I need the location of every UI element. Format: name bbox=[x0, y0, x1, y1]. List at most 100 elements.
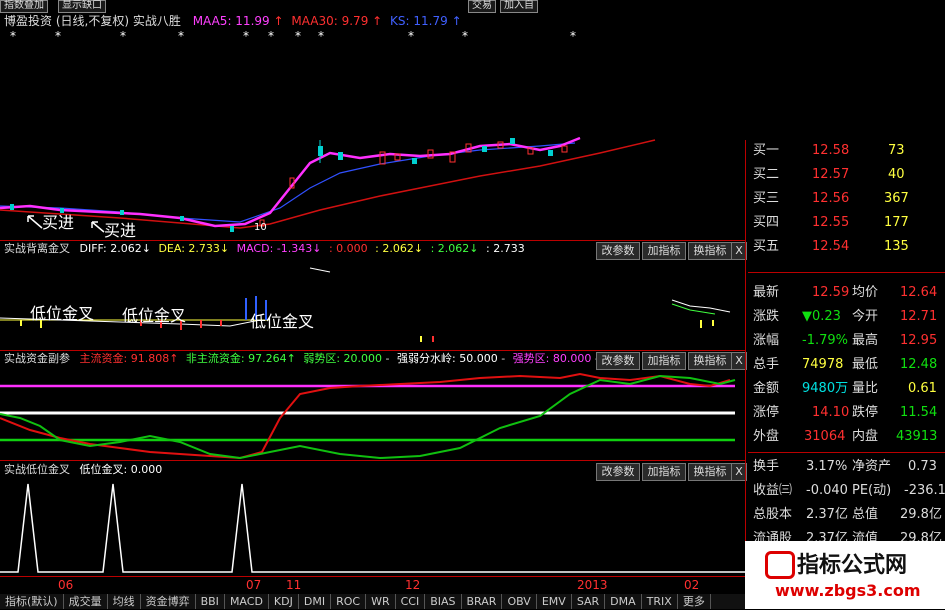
tab-sar[interactable]: SAR bbox=[572, 594, 606, 609]
stat-label: 换手 bbox=[753, 459, 780, 474]
main-funds-value: 主流资金: 91.808 bbox=[79, 352, 170, 365]
tab-cci[interactable]: CCI bbox=[396, 594, 426, 609]
tab-bbi[interactable]: BBI bbox=[196, 594, 225, 609]
tab-trix[interactable]: TRIX bbox=[642, 594, 678, 609]
non-main-funds-value: 非主流资金: 97.264 bbox=[185, 352, 287, 365]
svg-text:*: * bbox=[570, 29, 576, 43]
tab-roc[interactable]: ROC bbox=[331, 594, 367, 609]
tab-brar[interactable]: BRAR bbox=[462, 594, 503, 609]
tab-fund-game[interactable]: 资金博弈 bbox=[141, 594, 196, 609]
stat-row-limit: 涨停 14.10 跌停 11.54 bbox=[748, 402, 945, 424]
bid-volume: 135 bbox=[884, 239, 909, 254]
bid-row-4: 买四 12.55 177 bbox=[748, 212, 945, 234]
panel3-name: 实战低位金叉 bbox=[4, 463, 70, 476]
svg-text:*: * bbox=[243, 29, 249, 43]
x-label-2013: 2013 bbox=[577, 578, 608, 592]
quote-separator-2 bbox=[748, 452, 945, 453]
bid-volume: 177 bbox=[884, 215, 909, 230]
add-to-watchlist-button[interactable]: 加入自 bbox=[500, 0, 538, 13]
svg-text:*: * bbox=[178, 29, 184, 43]
quote-panel-divider bbox=[745, 140, 746, 609]
stock-name: 博盈投资 bbox=[4, 14, 53, 28]
stat-label: 净资产 bbox=[852, 459, 892, 474]
main-price-chart[interactable]: * * * * * * * * * * * bbox=[0, 28, 745, 240]
maa5-arrow: ↑ bbox=[273, 14, 284, 28]
bid-price: 12.57 bbox=[812, 167, 850, 182]
stat-row-total-shares: 总股本 2.37亿 总值 29.8亿 bbox=[748, 504, 945, 526]
main-chart-header: 博盈投资 (日线,不复权) 实战八胜 MAA5: 11.99 ↑ MAA30: … bbox=[4, 14, 462, 28]
tab-wr[interactable]: WR bbox=[366, 594, 396, 609]
stat-value: 12.48 bbox=[900, 357, 938, 372]
tab-volume[interactable]: 成交量 bbox=[64, 594, 108, 609]
stat-value: 74978 bbox=[802, 357, 844, 372]
stat-value: 0.73 bbox=[908, 459, 937, 474]
macd-panel-header: 实战背离金叉 DIFF: 2.062↓ DEA: 2.733↓ MACD: -1… bbox=[4, 242, 525, 255]
trade-button[interactable]: 交易 bbox=[468, 0, 496, 13]
show-gap-button[interactable]: 显示缺口 bbox=[58, 0, 106, 13]
bid-row-1: 买一 12.58 73 bbox=[748, 140, 945, 162]
quote-separator bbox=[748, 272, 945, 273]
stat-label: 总股本 bbox=[753, 507, 793, 522]
bid-label: 买三 bbox=[753, 191, 780, 206]
diff-value: DIFF: 2.062 bbox=[79, 242, 142, 255]
svg-text:*: * bbox=[268, 29, 274, 43]
stat-value: 12.95 bbox=[900, 333, 938, 348]
watermark-logo-icon bbox=[765, 551, 795, 579]
index-overlay-button[interactable]: 指数叠加 bbox=[0, 0, 48, 13]
maa30-arrow: ↑ bbox=[372, 14, 383, 28]
maa30-value: MAA30: 9.79 bbox=[291, 14, 369, 28]
panel-divider-2 bbox=[0, 350, 745, 351]
svg-text:*: * bbox=[318, 29, 324, 43]
svg-text:*: * bbox=[462, 29, 468, 43]
x-label-02: 02 bbox=[684, 578, 700, 592]
stat-row-volume: 总手 74978 最低 12.48 bbox=[748, 354, 945, 376]
weak-zone-value: 弱势区: 20.000 bbox=[303, 352, 383, 365]
tab-kdj[interactable]: KDJ bbox=[269, 594, 299, 609]
ks-value: KS: 11.79 bbox=[390, 14, 448, 28]
x-label-11: 11 bbox=[286, 578, 302, 592]
tab-default[interactable]: 指标(默认) bbox=[0, 594, 64, 609]
stat-row-outer-inner: 外盘 31064 内盘 43913 bbox=[748, 426, 945, 448]
lowcross-panel-header: 实战低位金叉 低位金叉: 0.000 bbox=[4, 463, 162, 477]
dea-value: DEA: 2.733 bbox=[158, 242, 220, 255]
macd-chart[interactable] bbox=[0, 258, 745, 350]
tab-dma[interactable]: DMA bbox=[605, 594, 642, 609]
tab-more[interactable]: 更多 bbox=[678, 594, 711, 609]
stat-value: 14.10 bbox=[812, 405, 850, 420]
stat-row-eps: 收益㈢ -0.040 PE(动) -236.1 bbox=[748, 480, 945, 502]
watermark-url: www.zbgs3.com bbox=[775, 581, 921, 600]
macd-right-line bbox=[671, 299, 731, 313]
stat-row-turnover: 换手 3.17% 净资产 0.73 bbox=[748, 456, 945, 478]
svg-text:*: * bbox=[10, 29, 16, 43]
tab-macd[interactable]: MACD bbox=[225, 594, 269, 609]
svg-text:*: * bbox=[408, 29, 414, 43]
tab-ma[interactable]: 均线 bbox=[108, 594, 141, 609]
tab-dmi[interactable]: DMI bbox=[299, 594, 332, 609]
x-label-07: 07 bbox=[246, 578, 262, 592]
stat-value: 2.37亿 bbox=[806, 507, 848, 522]
funds-chart[interactable] bbox=[0, 368, 745, 460]
bid-label: 买五 bbox=[753, 239, 780, 254]
bid-price: 12.56 bbox=[812, 191, 850, 206]
main-indicator-name: 实战八胜 bbox=[132, 14, 181, 28]
stat-value: 3.17% bbox=[806, 459, 848, 474]
stat-row-latest: 最新 12.59 均价 12.64 bbox=[748, 282, 945, 304]
stat-value: ▼0.23 bbox=[802, 309, 841, 324]
bid-price: 12.55 bbox=[812, 215, 850, 230]
low-price-label: 10 bbox=[254, 222, 267, 233]
watershed-value: 强弱分水岭: 50.000 bbox=[397, 352, 498, 365]
stat-value: 12.59 bbox=[812, 285, 850, 300]
event-star-markers: * * * * * * * * * * * bbox=[10, 29, 576, 43]
candlesticks bbox=[10, 138, 568, 232]
bid-price: 12.58 bbox=[812, 143, 850, 158]
tab-obv[interactable]: OBV bbox=[502, 594, 537, 609]
low-cross-chart[interactable] bbox=[0, 478, 745, 576]
panel-divider-3 bbox=[0, 460, 745, 461]
stat-label: 今开 bbox=[852, 309, 879, 324]
stat-value: 12.71 bbox=[900, 309, 938, 324]
panel1-name: 实战背离金叉 bbox=[4, 242, 70, 255]
svg-text:*: * bbox=[55, 29, 61, 43]
tab-bias[interactable]: BIAS bbox=[425, 594, 462, 609]
buy-annotation-2: 买进 bbox=[104, 221, 137, 240]
tab-emv[interactable]: EMV bbox=[537, 594, 572, 609]
